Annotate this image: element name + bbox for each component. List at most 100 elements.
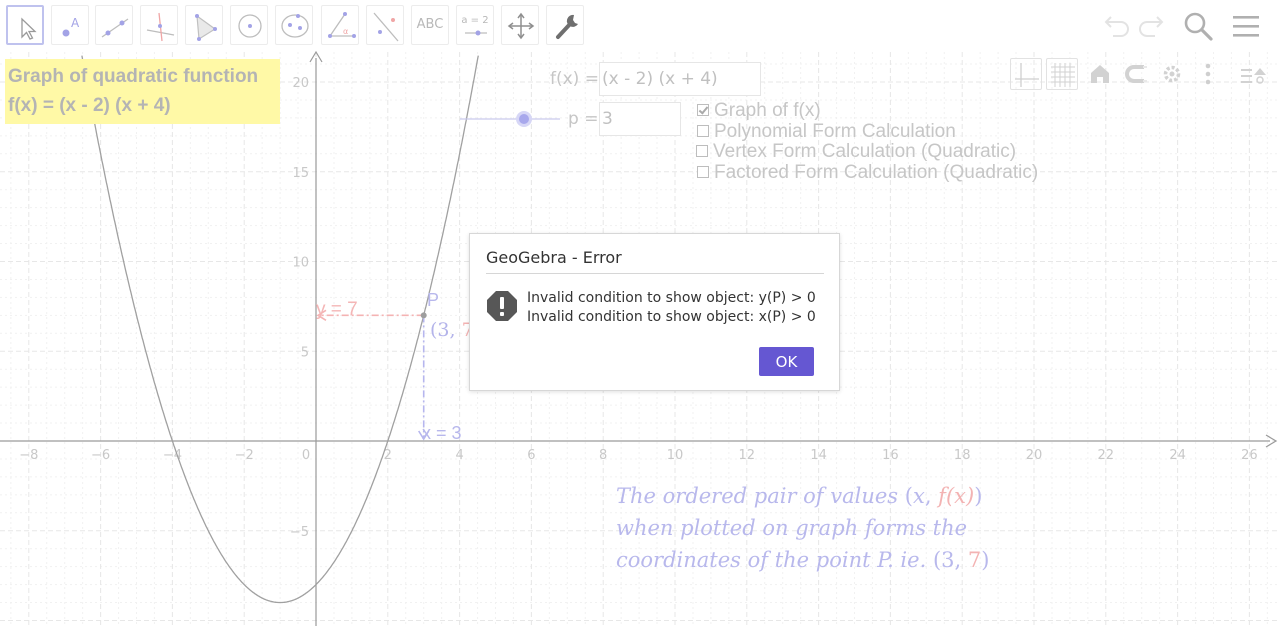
tools-wrench-icon	[556, 14, 578, 39]
ellipse-tool-button[interactable]	[275, 5, 313, 45]
toolbar: A α ABC a = 2	[0, 0, 1280, 52]
circle-tool-button[interactable]	[230, 5, 268, 45]
home-icon	[1091, 65, 1109, 83]
paren-open: (	[904, 484, 913, 508]
reflect-tool-button[interactable]	[366, 5, 404, 45]
axes-toggle-button[interactable]	[1010, 58, 1042, 90]
comma: ,	[924, 484, 939, 508]
error-message-1: Invalid condition to show object: y(P) >…	[527, 290, 816, 306]
coords-close: )	[981, 548, 990, 572]
x-equals-label: x = 3	[422, 423, 462, 443]
y-tick-label: 15	[292, 166, 309, 181]
y-tick-label: −5	[290, 525, 309, 540]
description-line-2: when plotted on graph forms the	[616, 516, 968, 540]
slider-knob[interactable]	[519, 114, 529, 124]
point-capturing-button[interactable]	[1120, 58, 1152, 90]
checkbox-checked[interactable]	[697, 104, 709, 116]
function-input-label: f(x) =	[550, 69, 599, 89]
more-options-button[interactable]	[1192, 58, 1224, 90]
x-tick-label: 18	[954, 448, 971, 463]
tools-button[interactable]	[546, 5, 584, 45]
text-icon: ABC	[416, 17, 444, 32]
y-axis-tick-labels: 20 15 10 5 −5	[290, 76, 309, 540]
line-tool-button[interactable]	[95, 5, 133, 45]
point-p[interactable]	[420, 312, 427, 319]
title-text-box[interactable]: Graph of quadratic function f(x) = (x - …	[5, 59, 280, 124]
redo-icon[interactable]	[1135, 8, 1171, 44]
graphics-settings-button[interactable]	[1156, 58, 1188, 90]
slider-track-mini-icon	[465, 30, 487, 36]
style-bar-toggle-button[interactable]	[1238, 58, 1270, 90]
point-projection-lines	[316, 309, 430, 441]
description-line-3-text: coordinates of the point P. ie.	[616, 548, 933, 572]
x-tick-label: 0	[302, 448, 310, 463]
move-arrow-icon	[21, 17, 37, 40]
move-graphics-view-icon	[507, 12, 535, 40]
move-tool-button[interactable]	[6, 5, 44, 45]
slider-input-label: p =	[568, 109, 599, 129]
dialog-title: GeoGebra - Error	[486, 248, 622, 267]
checkbox-unchecked[interactable]	[696, 145, 708, 157]
style-bar-toggle-icon	[1241, 68, 1266, 84]
standard-view-button[interactable]	[1084, 58, 1116, 90]
point-tool-button[interactable]: A	[51, 5, 89, 45]
description-line-3: coordinates of the point P. ie. (3, 7)	[616, 544, 1036, 576]
search-icon[interactable]	[1180, 8, 1216, 44]
checkbox-unchecked[interactable]	[697, 125, 709, 137]
grid-toggle-icon	[1051, 63, 1075, 87]
x-tick-label: 24	[1169, 448, 1186, 463]
error-icon	[487, 291, 517, 321]
coords-y-value: 7	[967, 548, 982, 572]
angle-icon: α	[328, 12, 356, 38]
magnet-icon	[1125, 65, 1147, 83]
coords-open: (3,	[932, 548, 968, 572]
checkbox-label: Polynomial Form Calculation	[714, 121, 956, 142]
point-icon: A	[62, 16, 80, 37]
title-line-1: Graph of quadratic function	[8, 66, 259, 87]
ellipse-icon	[281, 14, 309, 38]
x-axis-tick-labels: −8 −6 −4 −2 0 2 4 6 8 10 12 14 16 18 20 22 24 26	[19, 448, 1257, 463]
paren-close: )	[974, 484, 983, 508]
reflect-icon	[373, 12, 399, 42]
description-line-1: The ordered pair of values (x, f(x))	[616, 480, 1036, 512]
slider-input-field[interactable]: 3	[599, 102, 681, 136]
svg-text:α: α	[343, 27, 348, 36]
angle-tool-button[interactable]: α	[321, 5, 359, 45]
checkbox-label: Vertex Form Calculation (Quadratic)	[713, 141, 1017, 162]
axes-toggle-icon	[1015, 63, 1039, 87]
x-tick-label: 26	[1241, 448, 1258, 463]
checkbox-unchecked[interactable]	[697, 166, 709, 178]
function-input-field[interactable]: (x - 2) (x + 4)	[599, 62, 761, 96]
y-equals-label: y = 7	[316, 299, 358, 320]
polygon-tool-button[interactable]	[185, 5, 223, 45]
text-tool-button[interactable]: ABC	[411, 5, 449, 45]
x-tick-label: 10	[667, 448, 684, 463]
y-tick-label: 20	[292, 76, 309, 91]
dialog-divider	[486, 273, 824, 274]
more-vert-icon	[1205, 63, 1211, 85]
x-tick-label: 14	[810, 448, 827, 463]
checkbox-label: Graph of f(x)	[714, 100, 821, 121]
x-tick-label: −8	[19, 448, 38, 463]
error-dialog: GeoGebra - Error Invalid condition to sh…	[469, 233, 840, 391]
x-tick-label: 22	[1098, 448, 1115, 463]
title-line-2: f(x) = (x - 2) (x + 4)	[8, 95, 171, 116]
line-icon	[101, 18, 129, 38]
x-variable: x	[912, 484, 925, 508]
x-tick-label: −6	[91, 448, 110, 463]
point-p-label: P	[427, 290, 440, 310]
x-tick-label: −2	[235, 448, 254, 463]
perpendicular-line-icon	[146, 12, 175, 42]
slider-p[interactable]	[460, 111, 560, 127]
menu-icon[interactable]	[1228, 8, 1264, 44]
f-of-x: f(x)	[938, 484, 975, 508]
x-tick-label: 16	[882, 448, 899, 463]
perpendicular-tool-button[interactable]	[140, 5, 178, 45]
move-graphics-view-button[interactable]	[501, 5, 539, 45]
x-tick-label: 4	[455, 448, 463, 463]
undo-icon[interactable]	[1097, 8, 1133, 44]
x-tick-label: 20	[1026, 448, 1043, 463]
slider-tool-button[interactable]: a = 2	[456, 5, 494, 45]
ok-button[interactable]: OK	[759, 347, 814, 376]
grid-toggle-button[interactable]	[1046, 58, 1078, 90]
